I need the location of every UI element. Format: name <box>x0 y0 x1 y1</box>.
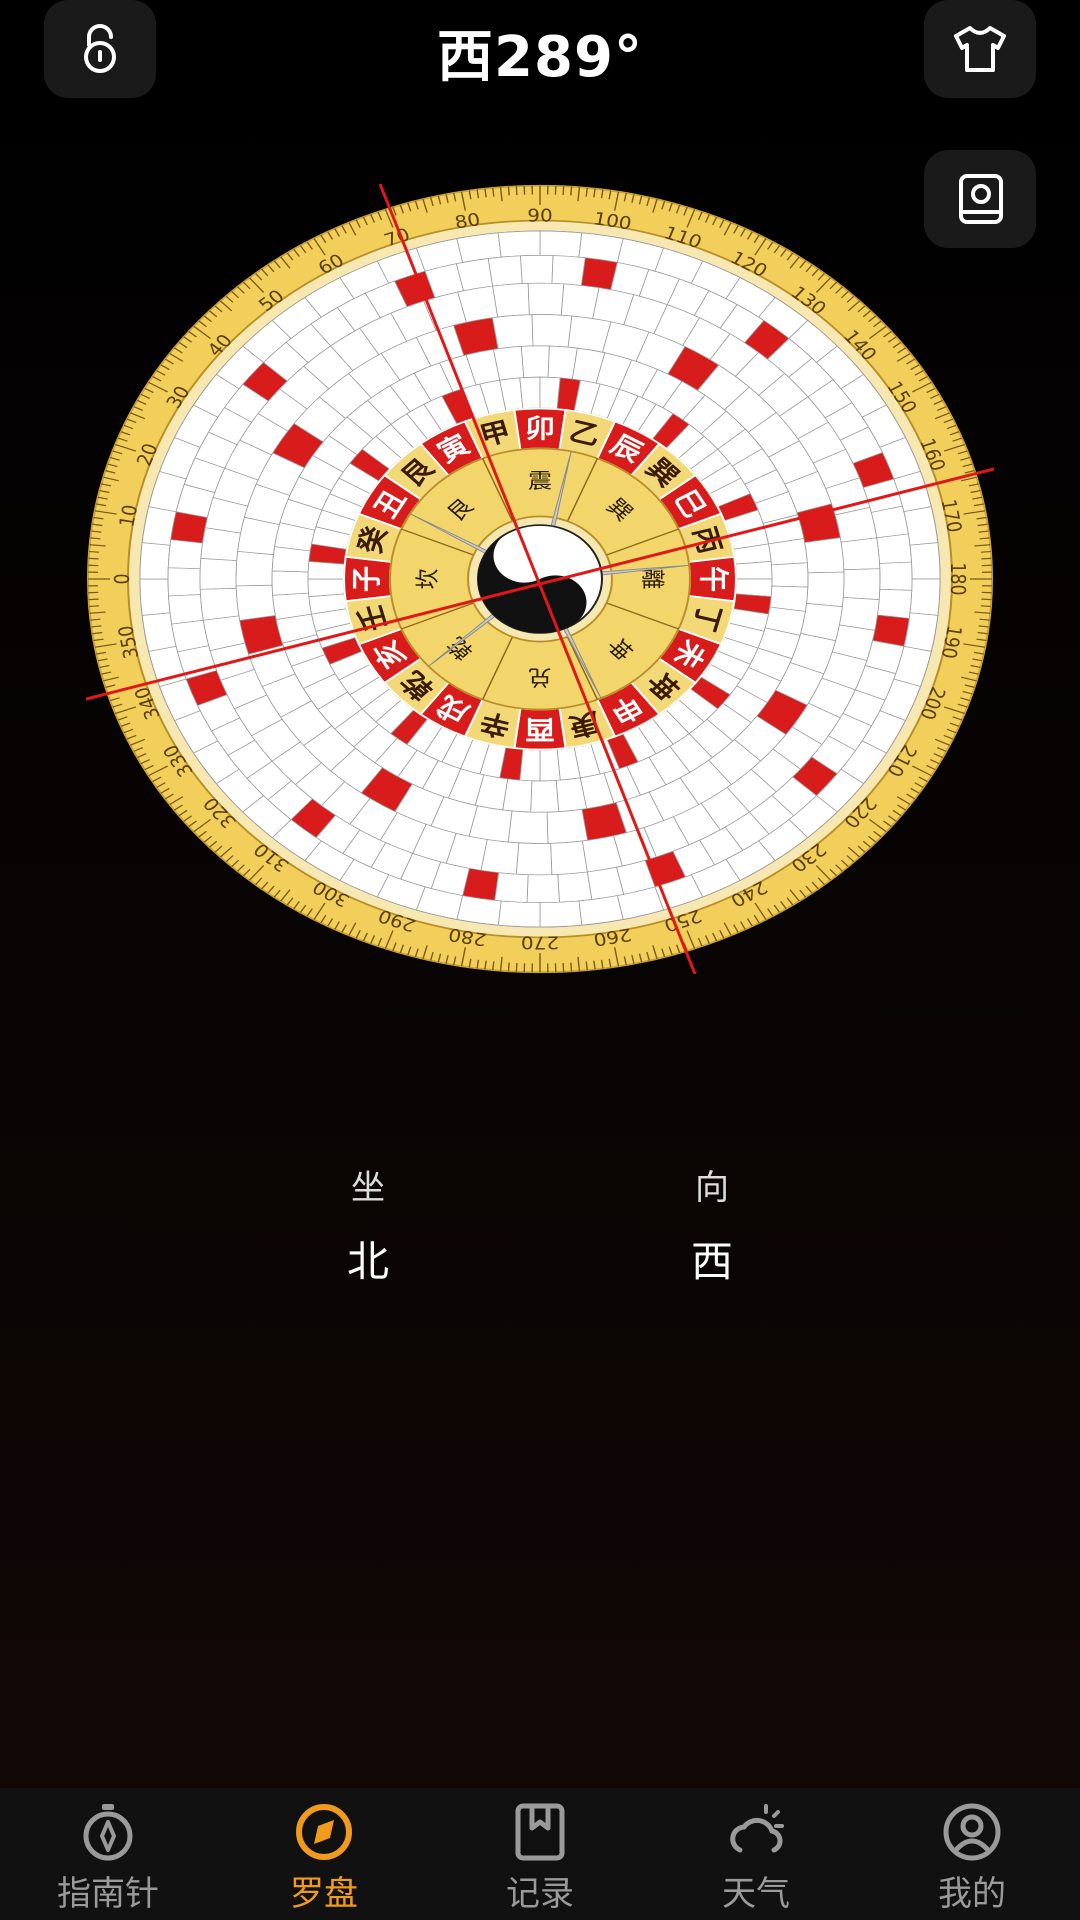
data-cell <box>547 345 578 380</box>
degree-tick <box>515 962 518 972</box>
luopan-compass[interactable]: 01020304050607080 90 100110120130140150160… <box>86 184 994 974</box>
data-cell <box>806 571 845 608</box>
data-cell <box>167 567 201 597</box>
profile-icon <box>943 1803 1001 1861</box>
degree-label: 270 <box>521 932 559 951</box>
trigram-label: 坎 <box>414 569 442 590</box>
face-value: 西 <box>690 1237 733 1286</box>
tab-label: 天气 <box>722 1874 790 1914</box>
data-cell <box>909 542 941 580</box>
data-cell <box>771 562 809 588</box>
data-cell <box>139 542 171 580</box>
degree-tick <box>570 962 573 972</box>
degree-label: 0 <box>112 573 134 584</box>
data-cell <box>876 533 912 564</box>
data-cell <box>507 810 549 844</box>
data-cell <box>235 584 276 621</box>
data-cell <box>539 748 561 782</box>
degree-tick <box>562 186 565 196</box>
data-cell <box>491 314 534 350</box>
data-cell <box>520 255 554 284</box>
shirt-icon <box>954 26 1006 72</box>
data-cell <box>546 808 589 844</box>
compass-icon <box>83 1804 133 1861</box>
data-cell <box>539 230 583 258</box>
data-cell <box>840 537 881 571</box>
mountain-label: 酉 <box>525 714 555 745</box>
degree-tick <box>570 186 573 196</box>
degree-tick <box>89 550 100 553</box>
data-cell <box>734 561 773 580</box>
data-cell <box>167 539 203 570</box>
data-cell <box>492 283 530 318</box>
data-cell <box>497 900 541 928</box>
data-cell <box>838 597 880 631</box>
degree-label: 180 <box>946 562 968 595</box>
data-cell <box>526 874 560 903</box>
data-cell <box>909 578 941 616</box>
data-cell <box>139 578 171 616</box>
data-cell <box>199 587 240 621</box>
tab-label: 记录 <box>506 1874 574 1914</box>
data-cell <box>551 255 586 286</box>
data-cell <box>168 594 204 625</box>
data-cell <box>515 842 553 876</box>
data-cell <box>199 557 238 590</box>
mountain-label: 子 <box>349 566 384 592</box>
data-cell <box>200 527 242 561</box>
data-cell <box>487 255 523 287</box>
degree-label: 80 <box>453 210 482 233</box>
data-cell <box>804 537 845 574</box>
tab-label: 罗盘 <box>290 1874 358 1914</box>
bookmark-icon <box>515 1803 565 1861</box>
trigram-label: 震 <box>528 469 552 493</box>
sit-label: 坐 <box>351 1168 385 1208</box>
data-cell <box>539 900 583 928</box>
heading-readout: 西289° <box>437 25 643 90</box>
degree-label: 10 <box>116 503 142 528</box>
data-cell <box>527 282 565 316</box>
face-label: 向 <box>695 1168 729 1208</box>
degree-tick <box>980 605 991 608</box>
mountain-label: 卯 <box>525 413 555 444</box>
trigram-label: 離 <box>638 569 666 590</box>
data-cell <box>519 376 541 410</box>
data-cell <box>560 283 600 319</box>
tab-compass[interactable]: 指南针 <box>0 1788 216 1920</box>
data-cell <box>520 345 550 379</box>
degree-tick <box>515 186 518 196</box>
degree-label: 90 <box>527 206 552 225</box>
weather-icon <box>730 1804 784 1853</box>
skin-button[interactable] <box>924 0 1036 98</box>
sit-value: 北 <box>346 1237 389 1286</box>
data-cell <box>497 230 541 258</box>
mountain-label: 午 <box>695 566 730 592</box>
tab-label: 我的 <box>938 1874 1006 1914</box>
tab-label: 指南针 <box>57 1874 159 1914</box>
bottom-tab-bar: 指南针 罗盘 记录 天气 我的 <box>0 1788 1080 1920</box>
data-cell <box>842 568 881 601</box>
data-cell <box>557 871 593 903</box>
degree-tick <box>562 962 565 972</box>
tab-records[interactable]: 记录 <box>432 1788 648 1920</box>
data-cell <box>307 578 346 597</box>
luopan-icon <box>296 1804 352 1860</box>
data-cell <box>235 550 274 587</box>
data-cell <box>531 314 573 348</box>
data-cell <box>271 570 309 596</box>
data-cell <box>879 561 913 591</box>
data-cell <box>480 839 520 875</box>
tab-luopan[interactable]: 罗盘 <box>216 1788 432 1920</box>
data-cell <box>494 872 529 903</box>
tab-profile[interactable]: 我的 <box>864 1788 1080 1920</box>
data-cell <box>550 840 588 875</box>
degree-tick <box>507 962 510 972</box>
data-cell <box>877 588 913 619</box>
tab-weather[interactable]: 天气 <box>648 1788 864 1920</box>
data-cell <box>530 779 560 813</box>
degree-tick <box>507 186 510 196</box>
trigram-label: 兑 <box>528 664 552 688</box>
degree-tick <box>980 550 991 553</box>
degree-tick <box>89 605 100 608</box>
